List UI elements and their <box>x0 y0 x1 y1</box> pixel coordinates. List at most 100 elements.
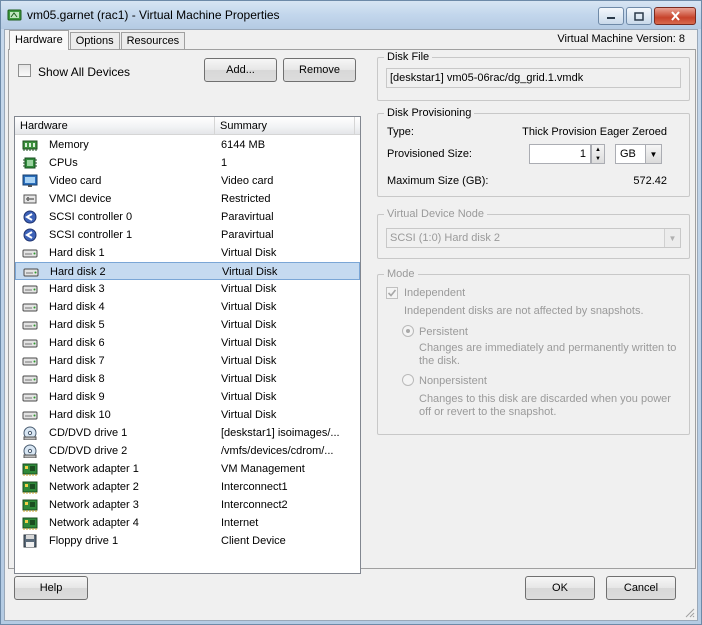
hardware-name: SCSI controller 1 <box>49 229 133 241</box>
hardware-summary: /vmfs/devices/cdrom/... <box>221 445 334 457</box>
hardware-name: Hard disk 7 <box>49 355 105 367</box>
hard-disk-icon <box>22 321 38 330</box>
table-row[interactable]: VMCI device Restricted <box>15 190 360 208</box>
hardware-list-header: Hardware Summary <box>15 117 360 135</box>
tab-options[interactable]: Options <box>69 32 120 50</box>
hardware-summary: Virtual Disk <box>221 301 277 313</box>
stepper-down-icon[interactable]: ▼ <box>592 154 604 163</box>
table-row[interactable]: Hard disk 7 Virtual Disk <box>15 352 360 370</box>
disk-provisioning-title: Disk Provisioning <box>384 107 475 119</box>
hardware-summary: Internet <box>221 517 259 529</box>
table-row[interactable]: Floppy drive 1 Client Device <box>15 532 360 550</box>
hardware-name: Floppy drive 1 <box>49 535 119 547</box>
hardware-summary: Virtual Disk <box>221 409 277 421</box>
hardware-name: Hard disk 2 <box>50 266 106 278</box>
hard-disk-icon <box>22 285 38 294</box>
table-row[interactable]: Network adapter 2 Interconnect1 <box>15 478 360 496</box>
cancel-button[interactable]: Cancel <box>606 576 676 600</box>
show-all-devices-checkbox[interactable] <box>18 64 31 77</box>
table-row[interactable]: Video card Video card <box>15 172 360 190</box>
cd-dvd-icon <box>23 444 37 458</box>
hardware-name: Memory <box>49 139 89 151</box>
network-adapter-icon <box>22 463 38 476</box>
cpu-icon <box>23 157 37 169</box>
table-row[interactable]: SCSI controller 0 Paravirtual <box>15 208 360 226</box>
tab-resources[interactable]: Resources <box>120 32 186 50</box>
vm-version-label: Virtual Machine Version: 8 <box>557 33 685 45</box>
hardware-name: Hard disk 5 <box>49 319 105 331</box>
table-row[interactable]: Hard disk 1 Virtual Disk <box>15 244 360 262</box>
table-row[interactable]: Hard disk 2 Virtual Disk <box>15 262 360 280</box>
hardware-list[interactable]: Hardware Summary Memory 6144 MB CPUs 1 Video… <box>14 116 361 574</box>
tab-hardware[interactable]: Hardware <box>9 30 69 50</box>
scsi-controller-icon <box>23 210 37 224</box>
persistent-label: Persistent <box>419 326 468 338</box>
table-row[interactable]: Hard disk 8 Virtual Disk <box>15 370 360 388</box>
monitor-icon <box>22 174 38 187</box>
network-adapter-icon <box>22 517 38 530</box>
column-header-summary[interactable]: Summary <box>215 117 355 135</box>
table-row[interactable]: SCSI controller 1 Paravirtual <box>15 226 360 244</box>
cd-dvd-icon <box>23 426 37 440</box>
table-row[interactable]: Network adapter 1 VM Management <box>15 460 360 478</box>
remove-button[interactable]: Remove <box>283 58 356 82</box>
virtual-device-node-select: SCSI (1:0) Hard disk 2 ▼ <box>386 228 681 248</box>
chevron-down-icon: ▼ <box>664 229 680 247</box>
checkmark-icon <box>387 289 397 297</box>
chevron-down-icon[interactable]: ▼ <box>645 145 661 163</box>
table-row[interactable]: CD/DVD drive 2/vmfs/devices/cdrom/... <box>15 442 360 460</box>
hardware-name: Hard disk 4 <box>49 301 105 313</box>
minimize-icon <box>607 17 615 19</box>
persistent-description-line2: the disk. <box>419 355 460 367</box>
hardware-summary: Interconnect1 <box>221 481 288 493</box>
properties-window: vm05.garnet (rac1) - Virtual Machine Pro… <box>0 0 702 625</box>
provisioned-size-input[interactable]: 1 <box>529 144 591 164</box>
hardware-name: VMCI device <box>49 193 112 205</box>
hardware-summary: 6144 MB <box>221 139 266 151</box>
table-row[interactable]: Network adapter 4 Internet <box>15 514 360 532</box>
persistent-radio <box>402 325 414 337</box>
nonpersistent-radio <box>402 374 414 386</box>
nonpersistent-description-line2: off or revert to the snapshot. <box>419 406 557 418</box>
help-button[interactable]: Help <box>14 576 88 600</box>
virtual-device-node-title: Virtual Device Node <box>384 208 488 220</box>
table-row[interactable]: Hard disk 6 Virtual Disk <box>15 334 360 352</box>
title-bar[interactable]: vm05.garnet (rac1) - Virtual Machine Pro… <box>1 1 701 29</box>
minimize-button[interactable] <box>598 7 624 25</box>
table-row[interactable]: Hard disk 3 Virtual Disk <box>15 280 360 298</box>
table-row[interactable]: Hard disk 5 Virtual Disk <box>15 316 360 334</box>
hardware-summary: Virtual Disk <box>221 337 277 349</box>
virtual-device-node-value: SCSI (1:0) Hard disk 2 <box>390 232 501 244</box>
provisioned-size-stepper[interactable]: ▲ ▼ <box>591 144 605 164</box>
hard-disk-icon <box>22 393 38 402</box>
hardware-name: CPUs <box>49 157 78 169</box>
table-row[interactable]: Hard disk 9 Virtual Disk <box>15 388 360 406</box>
hardware-summary: VM Management <box>221 463 305 475</box>
resize-grip-icon[interactable] <box>683 606 695 618</box>
hardware-tab-panel: Show All Devices Add... Remove Hardware … <box>8 49 696 574</box>
hardware-summary: 1 <box>221 157 228 169</box>
ok-button[interactable]: OK <box>525 576 595 600</box>
max-size-label: Maximum Size (GB): <box>387 175 489 187</box>
column-header-hardware[interactable]: Hardware <box>15 117 215 135</box>
hardware-name: Network adapter 1 <box>49 463 139 475</box>
close-button[interactable] <box>654 7 696 25</box>
hardware-name: Hard disk 6 <box>49 337 105 349</box>
table-row[interactable]: CPUs 1 <box>15 154 360 172</box>
table-row[interactable]: CD/DVD drive 1 [deskstar1] isoimages/... <box>15 424 360 442</box>
add-button[interactable]: Add... <box>204 58 277 82</box>
hardware-summary: [deskstar1] isoimages/... <box>221 427 340 439</box>
independent-label: Independent <box>404 287 466 299</box>
table-row[interactable]: Network adapter 3 Interconnect2 <box>15 496 360 514</box>
table-row[interactable]: Memory 6144 MB <box>15 136 360 154</box>
table-row[interactable]: Hard disk 4 Virtual Disk <box>15 298 360 316</box>
size-unit-select[interactable]: GB ▼ <box>615 144 662 164</box>
hard-disk-icon <box>22 249 38 258</box>
maximize-button[interactable] <box>626 7 652 25</box>
stepper-up-icon[interactable]: ▲ <box>592 145 604 154</box>
hardware-summary: Virtual Disk <box>222 266 278 278</box>
persistent-description-line1: Changes are immediately and permanently … <box>419 342 677 354</box>
table-row[interactable]: Hard disk 10 Virtual Disk <box>15 406 360 424</box>
hardware-name: Hard disk 9 <box>49 391 105 403</box>
hardware-name: Video card <box>49 175 102 187</box>
